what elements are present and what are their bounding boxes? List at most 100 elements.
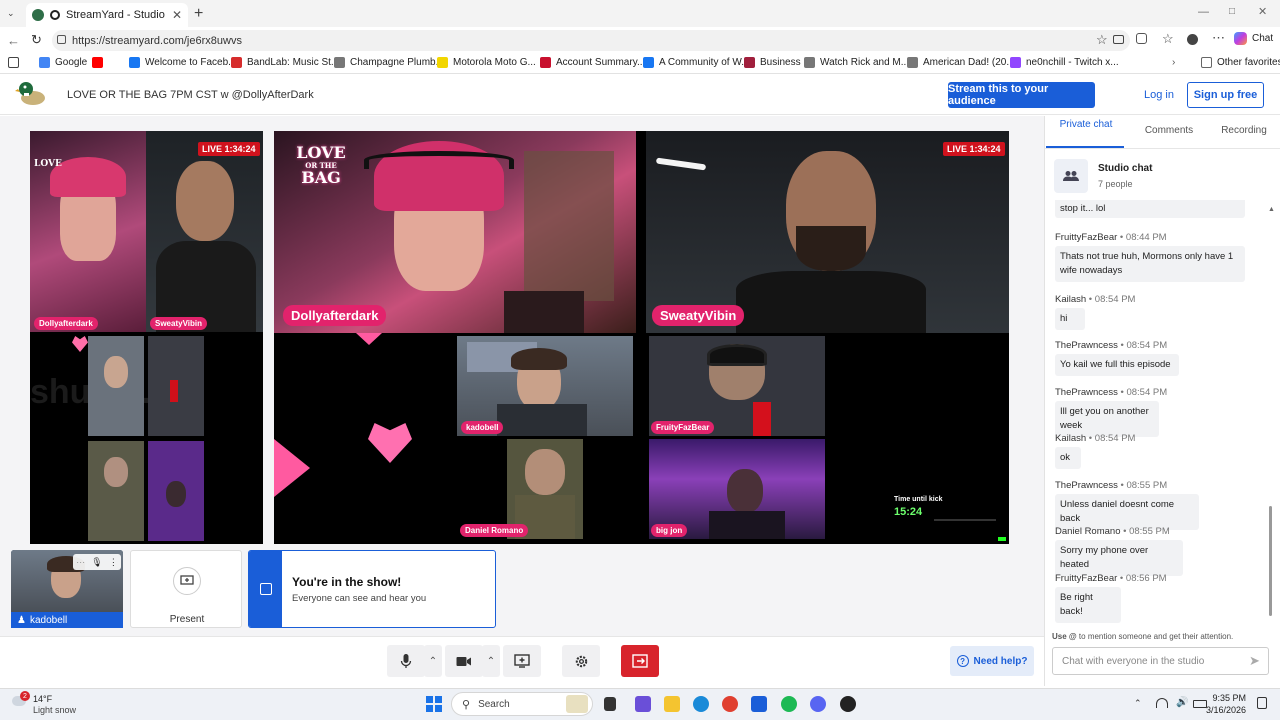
send-arrow-icon[interactable]: ➤: [1249, 653, 1260, 669]
chat-input[interactable]: Chat with everyone in the studio ➤: [1052, 647, 1269, 675]
battery-icon[interactable]: [1193, 700, 1207, 708]
back-arrow-icon[interactable]: ←: [7, 33, 20, 48]
other-favorites-folder[interactable]: Other favorites: [1201, 57, 1280, 68]
bookmark-item[interactable]: Account Summary...: [540, 57, 645, 68]
leave-studio-button[interactable]: [621, 645, 659, 677]
copilot-chat-button[interactable]: Chat: [1234, 32, 1273, 45]
clock-time[interactable]: 9:35 PM: [1212, 693, 1246, 703]
stream-to-audience-button[interactable]: Stream this to your audience: [948, 82, 1095, 108]
bookmark-item[interactable]: Watch Rick and M...: [804, 57, 909, 68]
more-options-icon[interactable]: ⋯: [1212, 30, 1225, 46]
thumb-host-label-sweaty: SweatyVibin: [150, 317, 207, 330]
login-link[interactable]: Log in: [1136, 82, 1182, 108]
signup-button[interactable]: Sign up free: [1187, 82, 1264, 108]
bookmarks-overflow-chevron-icon[interactable]: ›: [1172, 57, 1175, 68]
maximize-icon[interactable]: □: [1229, 6, 1235, 17]
favorites-icon[interactable]: ☆: [1162, 31, 1174, 47]
teams-icon[interactable]: [635, 696, 651, 712]
tab-recording[interactable]: Recording: [1214, 125, 1274, 136]
streamyard-duck-logo-icon[interactable]: [15, 80, 47, 108]
tab-private-chat[interactable]: Private chat: [1058, 118, 1114, 131]
bookmark-item[interactable]: Welcome to Faceb...: [129, 57, 237, 68]
screen-share-thumbnail[interactable]: LOVE LIVE 1:34:24 Dollyafterdark SweatyV…: [30, 131, 263, 544]
in-show-notice: You're in the show! Everyone can see and…: [248, 550, 496, 628]
url-input[interactable]: https://streamyard.com/je6rx8uwvs ☆: [52, 30, 1130, 51]
file-explorer-icon[interactable]: [664, 696, 680, 712]
bookmark-item[interactable]: Champagne Plumb...: [334, 57, 444, 68]
bookmark-item[interactable]: A Community of W...: [643, 57, 750, 68]
tab-comments[interactable]: Comments: [1134, 125, 1204, 136]
bookmarks-bar: Google Welcome to Faceb... BandLab: Music …: [0, 54, 1280, 74]
task-view-icon[interactable]: [604, 697, 616, 711]
self-mic-icon[interactable]: 🎙: [91, 557, 102, 568]
share-screen-button[interactable]: [503, 645, 541, 677]
bookmark-favicon-icon: [334, 57, 345, 68]
taskbar-search[interactable]: ⚲ Search: [451, 692, 593, 716]
profile-avatar-icon[interactable]: [1187, 34, 1198, 45]
bookmark-item[interactable]: [92, 57, 103, 68]
chat-message-bubble: Thats not true huh, Mormons only have 1 …: [1055, 246, 1245, 282]
taskbar-search-label: Search: [478, 698, 510, 710]
bookmark-item[interactable]: Motorola Moto G...: [437, 57, 536, 68]
bookmark-item[interactable]: ne0nchill - Twitch x...: [1010, 57, 1119, 68]
person-icon: ♟: [17, 614, 26, 626]
camera-toggle-button[interactable]: [445, 645, 483, 677]
favorite-star-icon[interactable]: ☆: [1096, 32, 1108, 48]
bookmark-item[interactable]: Google: [39, 57, 87, 68]
need-help-button[interactable]: ? Need help?: [950, 646, 1034, 676]
browser-tab-streamyard[interactable]: StreamYard - Studio ✕: [26, 3, 188, 27]
bookmark-item[interactable]: Business: [744, 57, 801, 68]
mute-mic-button[interactable]: [387, 645, 425, 677]
notification-bell-icon[interactable]: [1257, 697, 1267, 709]
bookmark-label: Motorola Moto G...: [453, 57, 536, 68]
bookmark-favicon-icon: [907, 57, 918, 68]
chat-message-time: 08:54 PM: [1126, 387, 1168, 398]
camera-options-chevron-icon[interactable]: ⌃: [482, 645, 500, 677]
chat-scroll-thumb[interactable]: [1269, 506, 1272, 616]
site-info-icon[interactable]: [57, 35, 66, 44]
present-button[interactable]: Present: [130, 550, 242, 628]
browser-tab-strip: [0, 0, 1280, 27]
screencast-icon[interactable]: [1113, 35, 1124, 44]
clock-date[interactable]: 3/16/2026: [1206, 705, 1246, 715]
minimize-icon[interactable]: —: [1198, 6, 1209, 18]
chat-author-name: FruittyFazBear: [1055, 232, 1118, 243]
self-more-dots-icon[interactable]: ⋯: [76, 557, 85, 568]
edge-icon[interactable]: [693, 696, 709, 712]
tab-list-chevron-icon[interactable]: ⌄: [7, 8, 19, 20]
bookmark-item[interactable]: BandLab: Music St...: [231, 57, 339, 68]
reading-view-icon[interactable]: [8, 57, 19, 68]
chat-message-bubble: ok: [1055, 447, 1081, 469]
weather-widget[interactable]: 2: [12, 691, 30, 708]
mic-options-chevron-icon[interactable]: ⌃: [424, 645, 442, 677]
windows-start-icon[interactable]: [426, 696, 442, 712]
spotify-icon[interactable]: [781, 696, 797, 712]
chat-scrollbar[interactable]: ▲: [1267, 206, 1275, 616]
chrome-icon[interactable]: [722, 696, 738, 712]
chat-author-name: Daniel Romano: [1055, 526, 1121, 537]
discord-icon[interactable]: [810, 696, 826, 712]
refresh-icon[interactable]: ↻: [31, 32, 42, 48]
self-menu-kebab-icon[interactable]: ⋮: [109, 557, 118, 568]
chat-message-time: 08:55 PM: [1126, 480, 1168, 491]
close-tab-icon[interactable]: ✕: [172, 8, 182, 22]
chat-message-partial: stop it... lol: [1055, 200, 1245, 218]
store-icon[interactable]: [751, 696, 767, 712]
thumb-live-badge: LIVE 1:34:24: [198, 142, 260, 156]
bookmark-item[interactable]: American Dad! (20...: [907, 57, 1015, 68]
chat-message-time: 08:44 PM: [1125, 232, 1167, 243]
settings-button[interactable]: [562, 645, 600, 677]
weather-badge: 2: [20, 691, 30, 701]
guest-label-danielromano: Daniel Romano: [460, 524, 529, 537]
scroll-up-arrow-icon[interactable]: ▲: [1268, 206, 1275, 213]
record-dot-icon: [50, 10, 60, 20]
volume-icon[interactable]: 🔊: [1176, 697, 1188, 708]
kick-timer-label: Time until kick: [894, 496, 943, 503]
thumb-heart-icon: [72, 336, 88, 352]
close-window-icon[interactable]: ✕: [1258, 5, 1267, 18]
new-tab-plus-icon[interactable]: +: [194, 5, 203, 23]
wifi-icon[interactable]: [1156, 698, 1168, 708]
app-icon[interactable]: [840, 696, 856, 712]
extensions-icon[interactable]: [1136, 33, 1147, 44]
tray-chevron-icon[interactable]: ⌃: [1134, 698, 1142, 709]
